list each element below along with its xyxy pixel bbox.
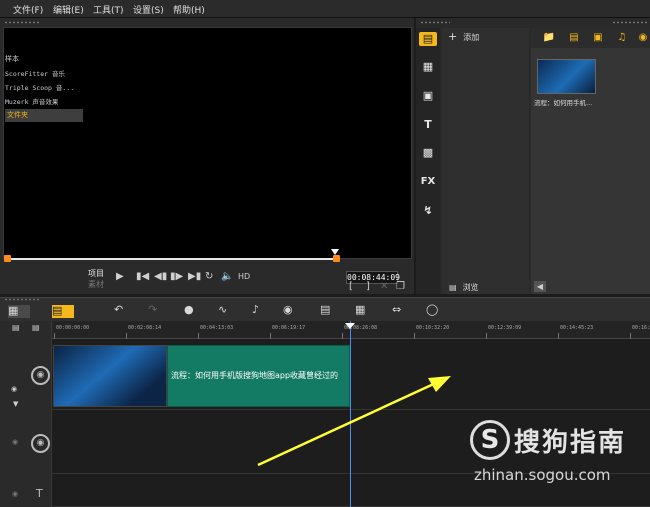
sogou-watermark: S 搜狗指南 zhinan.sogou.com <box>470 420 640 486</box>
arrow-shaft <box>257 380 439 467</box>
watermark-title: 搜狗指南 <box>514 428 627 458</box>
arrow-head <box>428 376 451 392</box>
watermark-url: zhinan.sogou.com <box>474 466 611 484</box>
sogou-logo-icon: S <box>470 420 510 460</box>
